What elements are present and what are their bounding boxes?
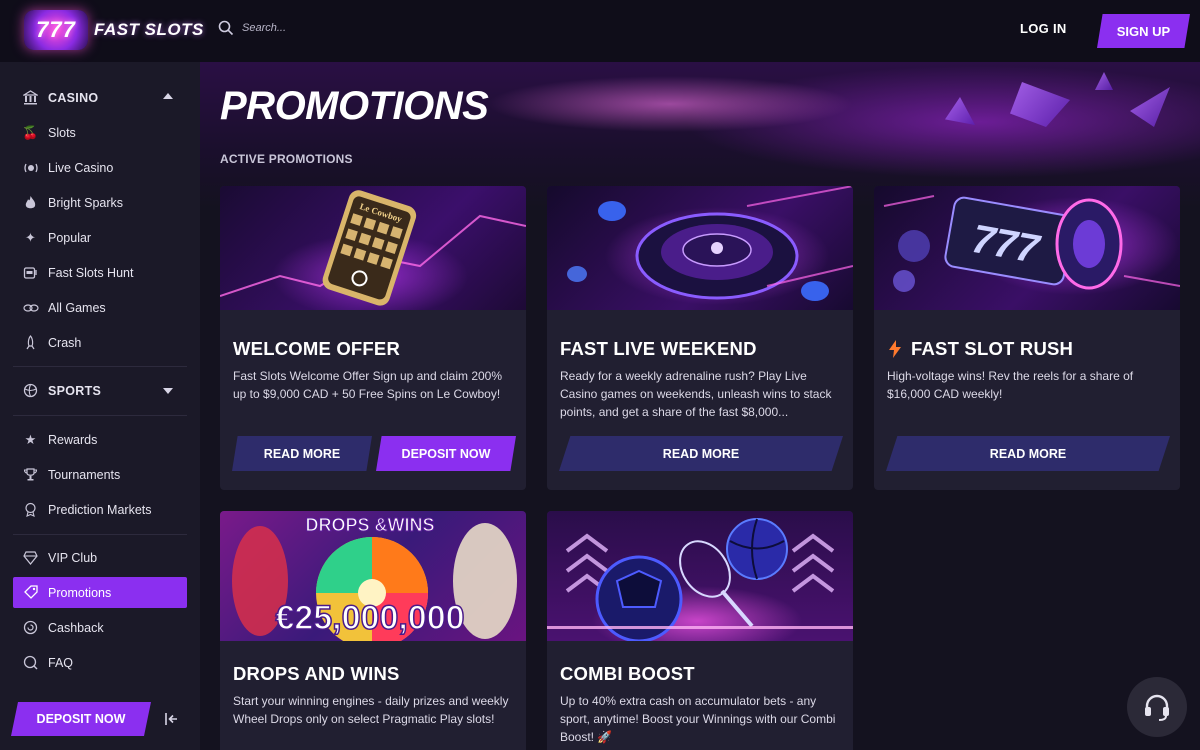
search-input[interactable] bbox=[242, 22, 442, 34]
promotion-icon bbox=[22, 584, 39, 601]
sidebar-item-label: Live Casino bbox=[48, 160, 114, 175]
cherry-icon: 🍒 bbox=[22, 124, 39, 140]
promo-card-fast-live-weekend: FAST LIVE WEEKEND Ready for a weekly adr… bbox=[547, 186, 853, 490]
promo-title: DROPS AND WINS bbox=[233, 663, 400, 684]
sidebar-item-label: Fast Slots Hunt bbox=[48, 265, 134, 280]
sidebar-item-label: Promotions bbox=[48, 585, 112, 600]
slot-machine-icon bbox=[22, 264, 39, 281]
top-header: 777 FAST SLOTS LOG IN SIGN UP bbox=[0, 0, 1200, 62]
sidebar-item-fast-slots-hunt[interactable]: Fast Slots Hunt bbox=[13, 257, 187, 288]
promo-image-text: DROPS &WINS bbox=[305, 515, 434, 535]
page-title: PROMOTIONS bbox=[220, 84, 489, 128]
sidebar-item-label: Rewards bbox=[48, 432, 98, 447]
sidebar-item-rewards[interactable]: ★ Rewards bbox=[13, 424, 187, 455]
search-icon bbox=[218, 20, 234, 36]
chevron-down-icon[interactable] bbox=[163, 388, 173, 394]
sidebar-item-vip-club[interactable]: VIP Club bbox=[13, 542, 187, 573]
sidebar-item-bright-sparks[interactable]: Bright Sparks bbox=[13, 187, 187, 218]
faq-icon bbox=[22, 654, 39, 671]
promo-image: 777 bbox=[874, 186, 1180, 310]
promo-description: High-voltage wins! Rev the reels for a s… bbox=[887, 369, 1134, 401]
main-content: PROMOTIONS ACTIVE PROMOTIONS Le Cowboy W… bbox=[200, 62, 1200, 750]
sidebar-item-popular[interactable]: ✦ Popular bbox=[13, 222, 187, 253]
sidebar-item-label: Popular bbox=[48, 230, 92, 245]
support-chat-button[interactable] bbox=[1127, 677, 1187, 737]
section-label: ACTIVE PROMOTIONS bbox=[220, 152, 353, 166]
promo-title: WELCOME OFFER bbox=[233, 338, 401, 359]
headset-icon bbox=[1145, 694, 1169, 721]
sidebar-item-all-games[interactable]: All Games bbox=[13, 292, 187, 323]
site-logo[interactable]: 777 FAST SLOTS bbox=[24, 10, 204, 50]
sidebar-item-label: SPORTS bbox=[48, 383, 102, 398]
login-button[interactable]: LOG IN bbox=[1020, 21, 1067, 36]
promo-image bbox=[547, 186, 853, 310]
sidebar-item-label: Cashback bbox=[48, 620, 104, 635]
promo-image bbox=[547, 511, 853, 641]
chevron-up-icon[interactable] bbox=[163, 93, 173, 99]
promo-title: FAST LIVE WEEKEND bbox=[560, 338, 757, 359]
promo-image-amount: €25,000,000 bbox=[275, 599, 464, 637]
logo-badge: 777 bbox=[24, 10, 88, 50]
promo-title-text: FAST SLOT RUSH bbox=[911, 338, 1074, 359]
flame-icon bbox=[22, 194, 39, 211]
promo-description: Fast Slots Welcome Offer Sign up and cla… bbox=[233, 369, 503, 401]
sidebar-item-label: CASINO bbox=[48, 90, 99, 105]
sidebar-item-label: Crash bbox=[48, 335, 82, 350]
sidebar-item-label: All Games bbox=[48, 300, 106, 315]
lightning-icon bbox=[889, 340, 901, 358]
ball-icon bbox=[22, 382, 39, 399]
sparkle-icon: ✦ bbox=[25, 229, 36, 245]
read-more-button[interactable]: READ MORE bbox=[886, 436, 1170, 471]
sidebar-item-slots[interactable]: 🍒 Slots bbox=[13, 117, 187, 148]
sidebar-item-casino[interactable]: CASINO bbox=[13, 82, 187, 113]
promo-title: FAST SLOT RUSH bbox=[887, 338, 1073, 360]
sidebar-item-crash[interactable]: Crash bbox=[13, 327, 187, 358]
promo-card-drops-and-wins: DROPS &WINS €25,000,000 DROPS AND WINS S… bbox=[220, 511, 526, 750]
promo-card-welcome-offer: Le Cowboy WELCOME OFFER Fast Slots Welco… bbox=[220, 186, 526, 490]
sidebar-item-label: FAQ bbox=[48, 655, 74, 670]
read-more-button[interactable]: READ MORE bbox=[559, 436, 843, 471]
collapse-sidebar-icon[interactable] bbox=[162, 709, 182, 729]
promo-description: Start your winning engines - daily prize… bbox=[233, 694, 509, 726]
sidebar-item-label: VIP Club bbox=[48, 550, 98, 565]
sidebar-item-label: Prediction Markets bbox=[48, 502, 152, 517]
trophy-icon bbox=[22, 466, 39, 483]
read-more-button[interactable]: READ MORE bbox=[232, 436, 372, 471]
deposit-now-button[interactable]: DEPOSIT NOW bbox=[376, 436, 516, 471]
sidebar-divider bbox=[13, 415, 187, 416]
sidebar-item-faq[interactable]: FAQ bbox=[13, 647, 187, 678]
sidebar-item-cashback[interactable]: Cashback bbox=[13, 612, 187, 643]
cashback-icon bbox=[22, 619, 39, 636]
sidebar-item-label: Slots bbox=[48, 125, 76, 140]
medal-icon bbox=[22, 501, 39, 518]
promo-description: Up to 40% extra cash on accumulator bets… bbox=[560, 694, 836, 744]
sidebar-divider bbox=[13, 534, 187, 535]
promo-description: Ready for a weekly adrenaline rush? Play… bbox=[560, 369, 832, 419]
signup-button[interactable]: SIGN UP bbox=[1097, 14, 1190, 48]
sidebar-item-prediction-markets[interactable]: Prediction Markets bbox=[13, 494, 187, 525]
promo-image: Le Cowboy bbox=[220, 186, 526, 310]
sidebar-item-promotions[interactable]: Promotions bbox=[13, 577, 187, 608]
sidebar-item-sports[interactable]: SPORTS bbox=[13, 375, 187, 406]
search-bar[interactable] bbox=[218, 20, 442, 36]
sidebar-deposit-button[interactable]: DEPOSIT NOW bbox=[11, 702, 151, 736]
sidebar-item-tournaments[interactable]: Tournaments bbox=[13, 459, 187, 490]
live-icon bbox=[22, 159, 39, 176]
promo-image: DROPS &WINS €25,000,000 bbox=[220, 511, 526, 641]
rocket-icon bbox=[22, 334, 39, 351]
promo-card-combi-boost: COMBI BOOST Up to 40% extra cash on accu… bbox=[547, 511, 853, 750]
diamond-icon bbox=[22, 549, 39, 566]
promo-card-fast-slot-rush: 777 FAST SLOT RUSH High-voltage wins! Re… bbox=[874, 186, 1180, 490]
all-games-icon bbox=[22, 299, 39, 316]
sidebar-divider bbox=[13, 366, 187, 367]
sidebar: CASINO 🍒 Slots Live Casino Bright Sparks… bbox=[0, 62, 200, 750]
sidebar-item-live-casino[interactable]: Live Casino bbox=[13, 152, 187, 183]
star-icon: ★ bbox=[24, 431, 37, 447]
logo-text: FAST SLOTS bbox=[94, 20, 204, 39]
sidebar-item-label: Tournaments bbox=[48, 467, 121, 482]
sidebar-item-label: Bright Sparks bbox=[48, 195, 124, 210]
casino-icon bbox=[22, 89, 39, 106]
promo-title: COMBI BOOST bbox=[560, 663, 695, 684]
